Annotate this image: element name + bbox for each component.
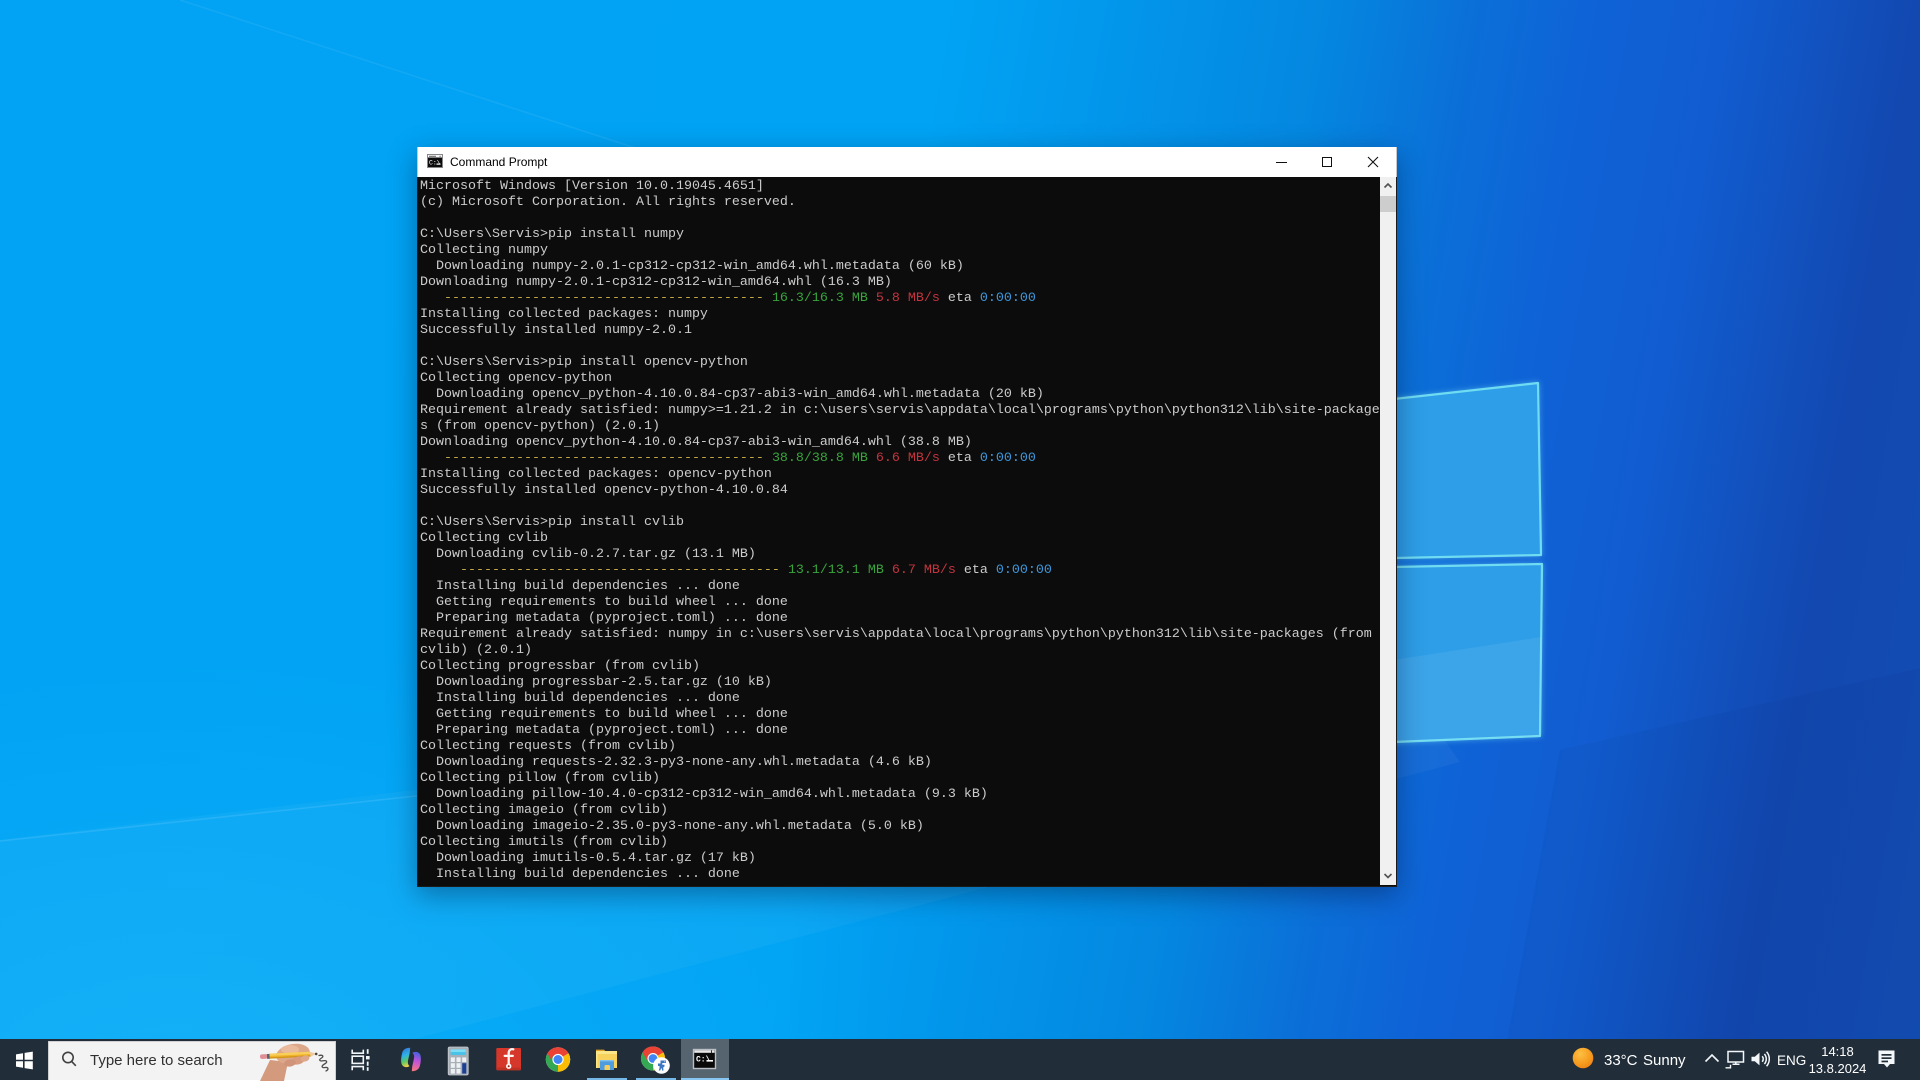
svg-text:C:\: C:\ (429, 160, 441, 167)
